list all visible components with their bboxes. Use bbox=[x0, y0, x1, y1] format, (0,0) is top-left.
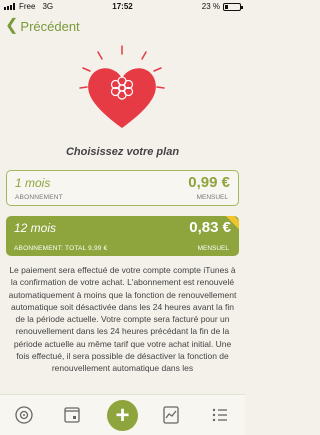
status-bar: Free 3G 17:52 23 % bbox=[0, 0, 245, 14]
tab-bar: + bbox=[0, 394, 245, 435]
plan-price: 0,83 € bbox=[189, 219, 231, 236]
plan-subtitle: ABONNEMENT bbox=[15, 194, 63, 201]
plan-unit: MENSUEL bbox=[196, 194, 228, 201]
tab-disc-icon[interactable] bbox=[14, 405, 34, 425]
plan-option-1-month[interactable]: 1 mois ABONNEMENT 0,99 € MENSUEL bbox=[6, 170, 239, 206]
tab-calendar-icon[interactable] bbox=[62, 405, 82, 425]
plan-title: 1 mois bbox=[15, 176, 51, 190]
back-label: Précédent bbox=[20, 18, 80, 34]
status-right: 23 % bbox=[201, 2, 243, 11]
plan-title: 12 mois bbox=[14, 221, 57, 235]
battery-fill bbox=[225, 4, 228, 9]
hero-illustration bbox=[0, 40, 245, 145]
heart-icon bbox=[79, 45, 165, 128]
plan-unit: MENSUEL bbox=[197, 245, 229, 252]
battery-icon bbox=[223, 2, 243, 11]
back-button[interactable]: ❮ Précédent bbox=[5, 16, 80, 36]
chevron-left-icon: ❮ bbox=[5, 17, 19, 34]
page-title: Choisissez votre plan bbox=[65, 146, 180, 158]
plan-price: 0,99 € bbox=[188, 174, 230, 191]
plan-subtitle: ABONNEMENT: TOTAL 9,99 € bbox=[14, 245, 108, 252]
tab-menu-icon[interactable] bbox=[210, 405, 230, 425]
tab-stats-icon[interactable] bbox=[161, 405, 181, 425]
battery-percent: 23 % bbox=[201, 2, 220, 11]
add-button[interactable]: + bbox=[107, 400, 138, 431]
plan-option-12-months[interactable]: 12 mois ABONNEMENT: TOTAL 9,99 € 0,83 € … bbox=[6, 216, 239, 256]
legal-text: Le paiement sera effectué de votre compt… bbox=[8, 265, 237, 374]
